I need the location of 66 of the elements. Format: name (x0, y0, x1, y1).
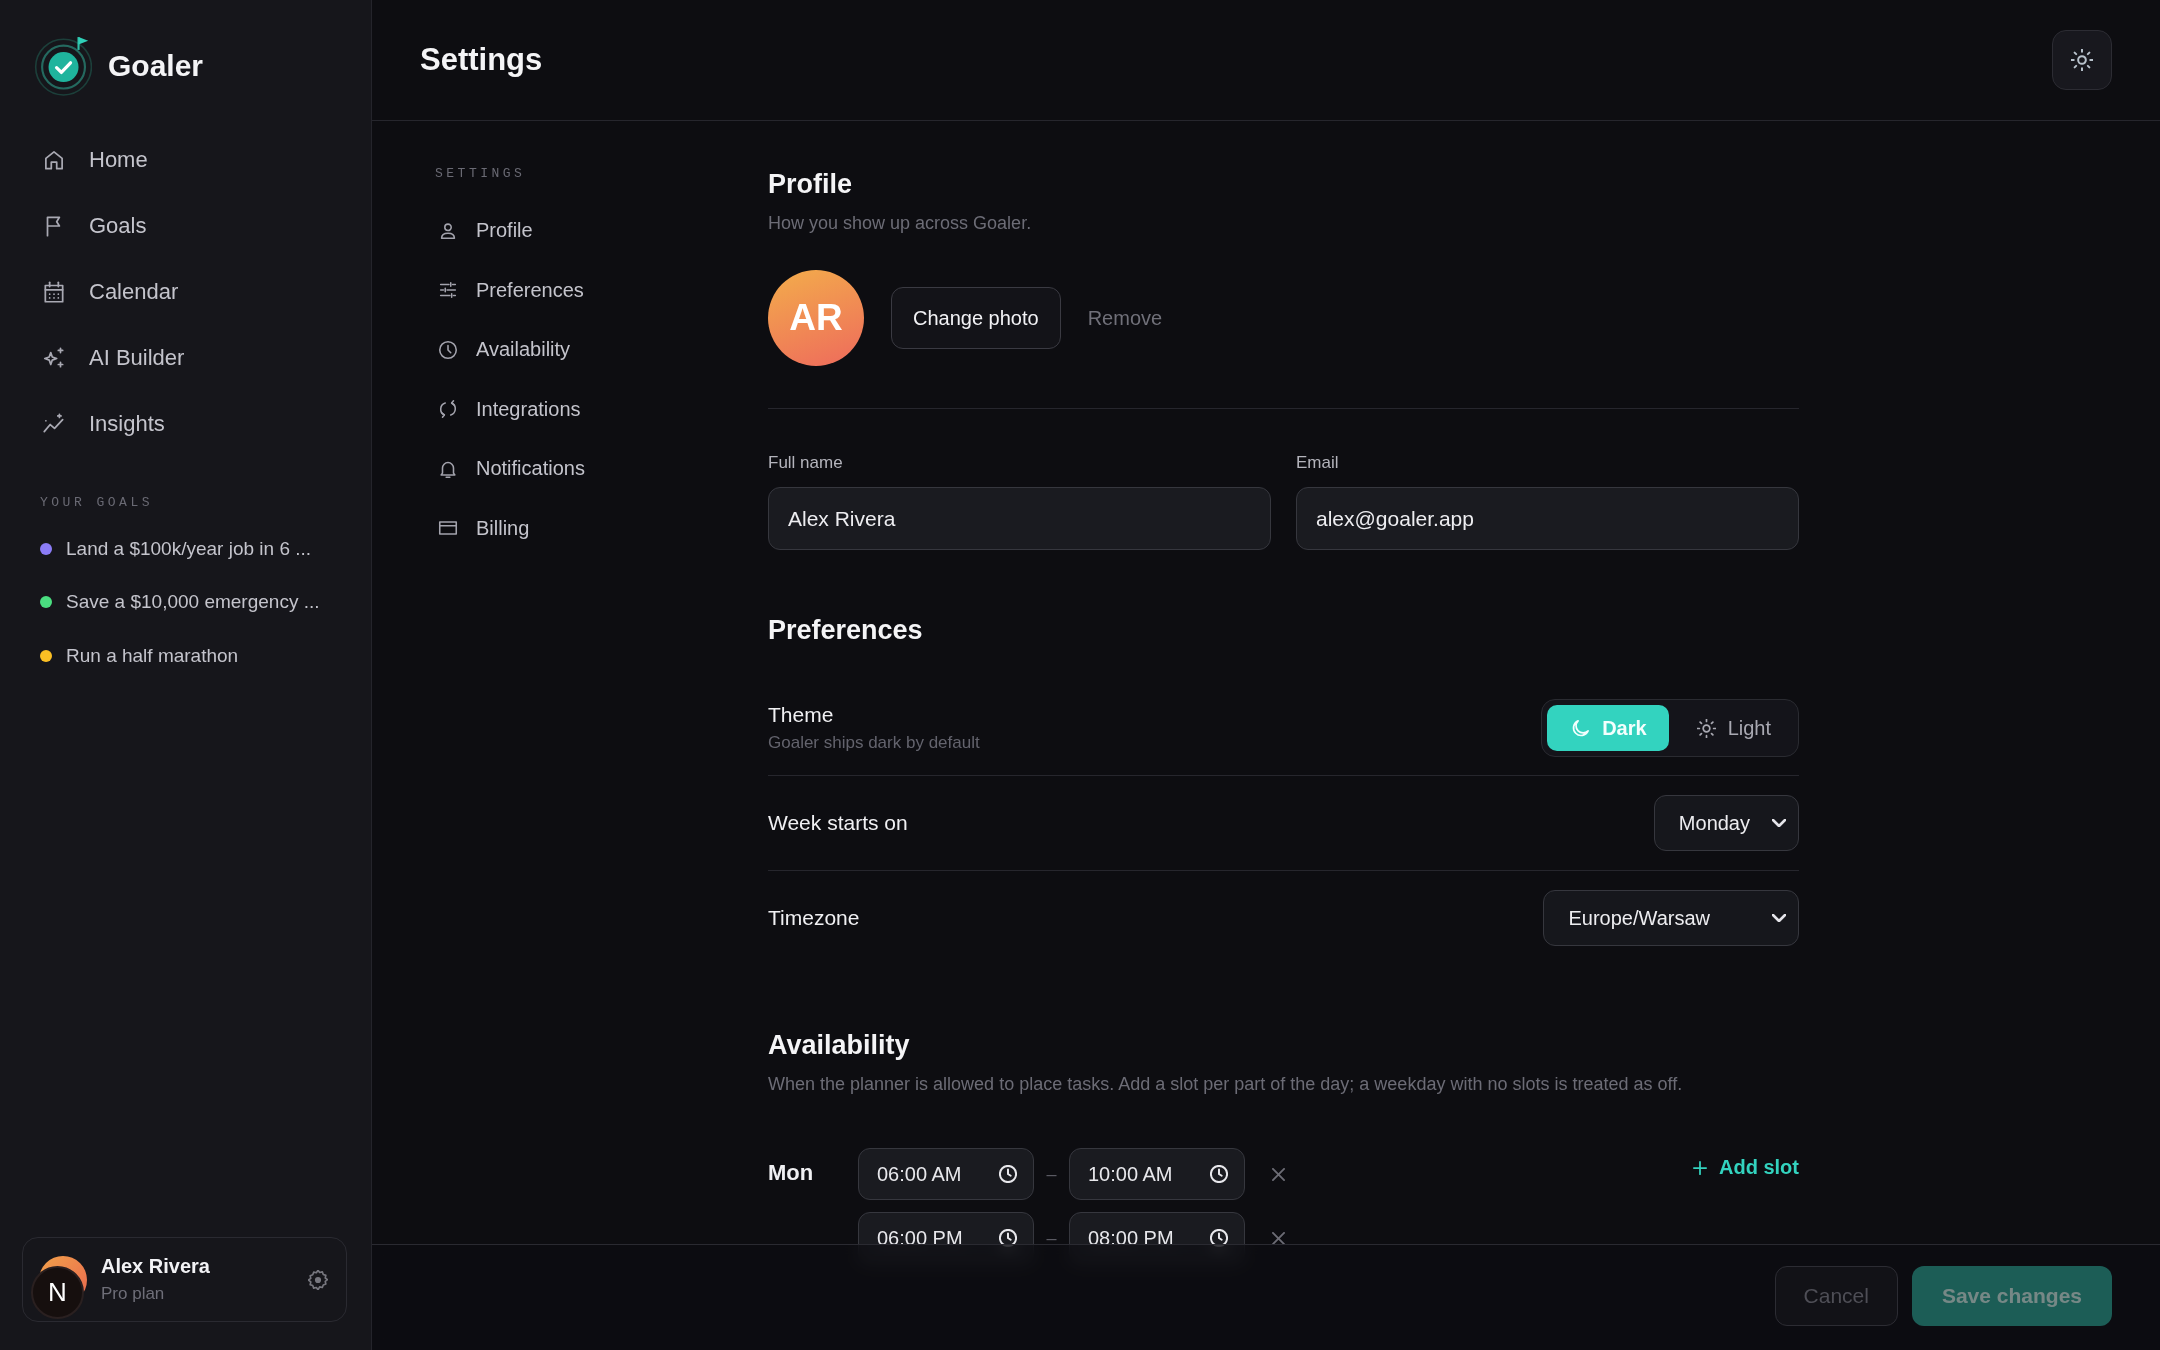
moon-icon (1571, 718, 1591, 738)
sun-icon (1696, 718, 1716, 738)
goal-item[interactable]: Save a $10,000 emergency ... (40, 575, 320, 629)
add-slot-link[interactable]: Add slot (1693, 1156, 1799, 1179)
section-description: When the planner is allowed to place tasks. Add a slot per part of the day; a weekday with no slots is treated as off. (768, 1073, 1683, 1096)
sun-icon (2071, 48, 2093, 71)
text-input[interactable]: alex@goaler.app (1296, 487, 1799, 550)
plus-icon (1693, 1160, 1707, 1175)
setting-hint: Goaler ships dark by default (768, 733, 980, 753)
day-label: Mon (768, 1160, 815, 1186)
dropdown[interactable]: Monday (1653, 795, 1799, 851)
setting-label: Week starts on (768, 811, 908, 835)
goal-item[interactable]: Land a $100k/year job in 6 ... (40, 522, 312, 576)
settings-icon[interactable] (308, 1269, 328, 1290)
sidebar-nav-item[interactable]: Goals (41, 193, 147, 259)
clock-icon (437, 338, 459, 361)
user-name: Alex Rivera (101, 1255, 210, 1278)
settings-nav-item[interactable]: Billing (437, 498, 530, 558)
time-input[interactable]: 06:00 AM (858, 1148, 1034, 1200)
section-title: Profile (768, 168, 853, 201)
text-input[interactable]: Alex Rivera (768, 487, 1271, 550)
section-title: Preferences (768, 614, 923, 647)
page-title: Settings (420, 42, 543, 78)
clock-icon (999, 1229, 1017, 1247)
sidebar-nav-item[interactable]: Calendar (41, 259, 179, 325)
section-title: Availability (768, 1029, 910, 1062)
app-name: Goaler (108, 49, 204, 83)
settings-nav-item[interactable]: Availability (437, 320, 571, 380)
user-plan: Pro plan (101, 1284, 165, 1304)
sparkles-icon (41, 345, 67, 371)
change-photo-button[interactable]: Change photo (891, 287, 1061, 349)
time-input[interactable]: 10:00 AM (1069, 1148, 1245, 1200)
settings-nav-item[interactable]: Profile (437, 201, 533, 261)
user-card[interactable]: N Alex Rivera Pro plan (22, 1237, 347, 1322)
dev-badge[interactable]: N (31, 1265, 84, 1319)
clock-icon (1210, 1229, 1228, 1247)
setting-label: Timezone (768, 906, 860, 930)
sidebar-nav-item[interactable]: Insights (41, 391, 165, 457)
range-dash: – (1045, 1163, 1058, 1185)
sidebar-nav-item[interactable]: AI Builder (41, 325, 185, 391)
theme-option[interactable]: Light (1672, 705, 1793, 751)
clock-icon (999, 1165, 1017, 1183)
target-check-logo-icon (34, 36, 92, 96)
sync-arrows-icon (437, 398, 459, 421)
range-dash: – (1045, 1227, 1058, 1249)
sidebar-nav-item[interactable]: Home (41, 127, 148, 193)
remove-link[interactable]: Remove (1087, 306, 1163, 330)
section-label: SETTINGS (435, 166, 526, 181)
dropdown[interactable]: Europe/Warsaw (1543, 890, 1799, 946)
field-label: Email (1296, 453, 1339, 473)
close-icon[interactable] (1272, 1167, 1285, 1181)
setting-label: Theme (768, 703, 834, 727)
section-label: YOUR GOALS (40, 495, 153, 510)
chevron-down-icon (1772, 914, 1786, 922)
chevron-down-icon (1772, 819, 1786, 827)
goal-item[interactable]: Run a half marathon (40, 629, 239, 683)
clock-icon (1210, 1165, 1228, 1183)
avatar: AR (768, 270, 864, 366)
close-icon[interactable] (1272, 1231, 1285, 1245)
settings-nav-item[interactable]: Preferences (437, 260, 584, 320)
calendar-icon (41, 279, 67, 305)
section-description: How you show up across Goaler. (768, 212, 1032, 235)
field-label: Full name (768, 453, 843, 473)
settings-nav-item[interactable]: Notifications (437, 439, 585, 499)
theme-toggle-button[interactable] (2052, 29, 2112, 90)
settings-nav-item[interactable]: Integrations (437, 379, 581, 439)
